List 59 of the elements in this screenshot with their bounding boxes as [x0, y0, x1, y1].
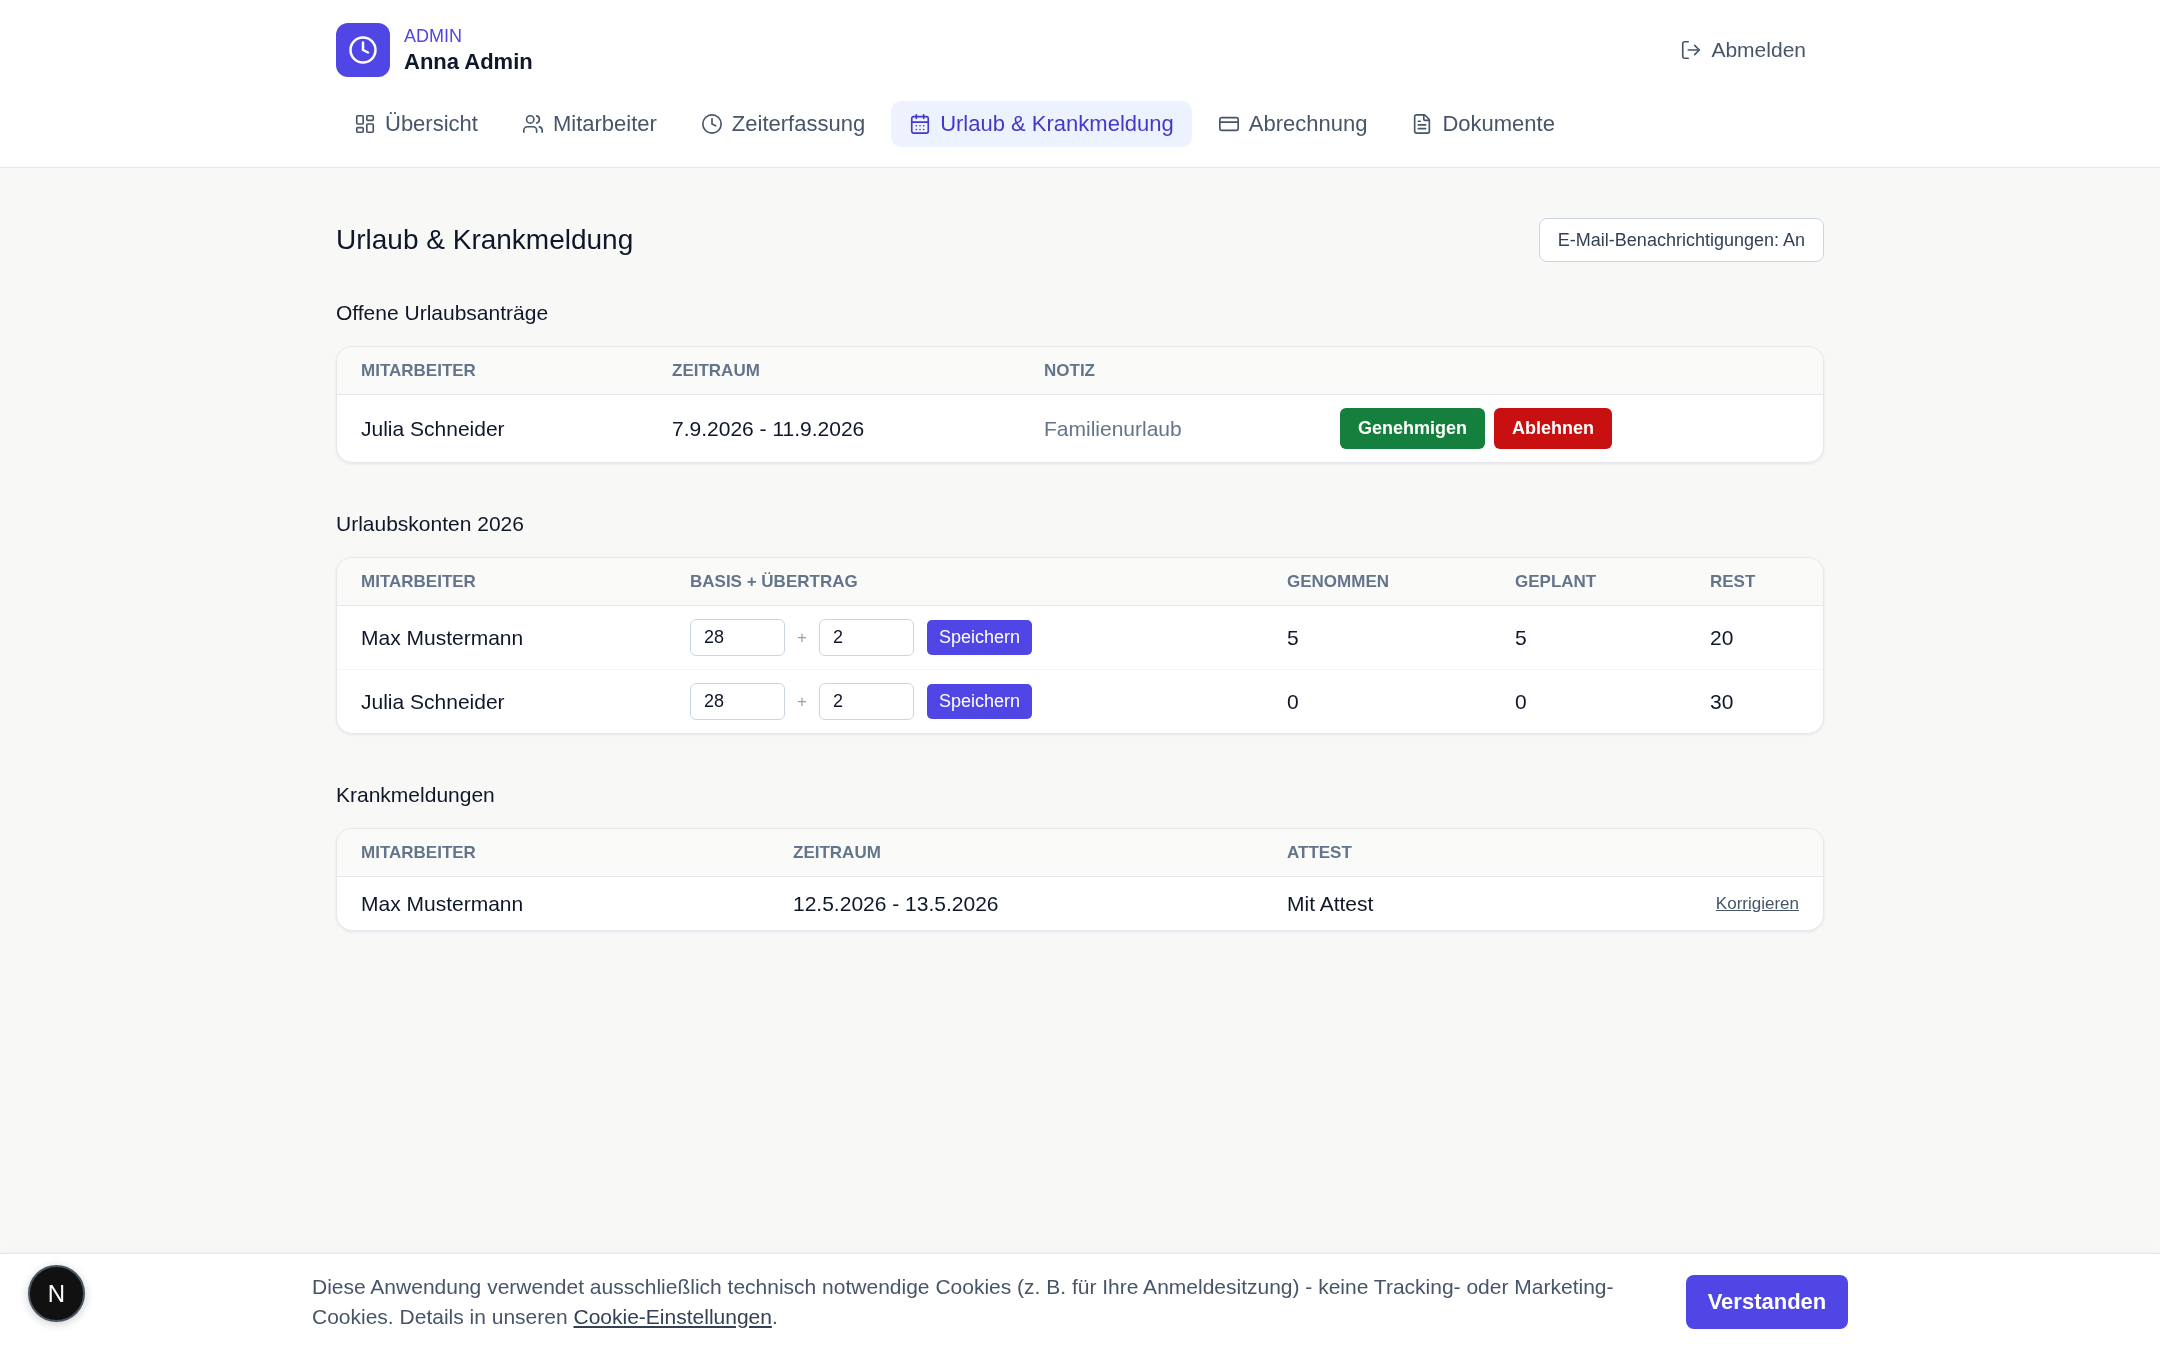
dashboard-icon [354, 113, 376, 135]
plus-sign: + [797, 627, 807, 648]
logout-button[interactable]: Abmelden [1662, 32, 1824, 68]
employee-name: Julia Schneider [361, 689, 505, 714]
save-button[interactable]: Speichern [926, 684, 1032, 719]
reject-button[interactable]: Ablehnen [1494, 408, 1613, 449]
days-taken: 0 [1287, 689, 1299, 714]
approve-button[interactable]: Genehmigen [1340, 408, 1486, 449]
date-range: 7.9.2026 - 11.9.2026 [672, 416, 865, 441]
date-range: 12.5.2026 - 13.5.2026 [793, 891, 999, 916]
nav-tab[interactable]: Dokumente [1393, 101, 1573, 147]
base-days-input[interactable]: 28 [690, 619, 785, 656]
section-title: Offene Urlaubsanträge [336, 300, 550, 326]
column-header: ZEITRAUM [793, 842, 881, 863]
employee-name: Julia Schneider [361, 416, 505, 441]
section-title: Krankmeldungen [336, 782, 496, 808]
plus-sign: + [797, 691, 807, 712]
cookie-settings-link[interactable]: Cookie-Einstellungen [573, 1305, 772, 1328]
logo-icon [336, 23, 390, 77]
employee-name: Max Mustermann [361, 625, 524, 650]
cookie-notice: Diese Anwendung verwendet ausschließlich technisch notwendige Cookies (z. B. für Ihre Anmeldesitzung) - keine Tracking- oder Marketing-Cookies. Details in unseren Cookie-Einstellungen. [312, 1274, 1615, 1330]
clock-icon [700, 113, 723, 135]
calendar-icon [909, 113, 932, 135]
users-icon [521, 113, 544, 135]
employee-name: Max Mustermann [361, 891, 524, 916]
nav-tab[interactable]: Abrechnung [1199, 101, 1386, 147]
days-planned: 0 [1515, 689, 1527, 714]
column-header: GENOMMEN [1287, 571, 1389, 592]
carryover-input[interactable]: 2 [818, 619, 914, 656]
column-header: MITARBEITER [361, 360, 476, 381]
days-remaining: 30 [1710, 689, 1734, 714]
nav-tab[interactable]: Zeiterfassung [682, 101, 884, 147]
certificate-status: Mit Attest [1287, 891, 1374, 916]
days-taken: 5 [1287, 625, 1299, 650]
save-button[interactable]: Speichern [926, 620, 1032, 655]
column-header: REST [1710, 571, 1756, 592]
accept-cookies-button[interactable]: Verstanden [1685, 1275, 1848, 1329]
page-title: Urlaub & Krankmeldung [336, 224, 634, 256]
request-note: Familienurlaub [1044, 416, 1182, 441]
nav-tab[interactable]: Übersicht [336, 101, 496, 147]
column-header: MITARBEITER [361, 842, 476, 863]
user-role: ADMIN [404, 25, 462, 47]
carryover-input[interactable]: 2 [818, 683, 914, 720]
nav-tab[interactable]: Urlaub & Krankmeldung [891, 101, 1192, 147]
days-planned: 5 [1515, 625, 1527, 650]
user-name: Anna Admin [404, 49, 533, 75]
column-header: ATTEST [1287, 842, 1352, 863]
section-title: Urlaubskonten 2026 [336, 511, 525, 537]
email-notifications-button[interactable]: E-Mail-Benachrichtigungen: An [1538, 218, 1824, 262]
column-header: BASIS + ÜBERTRAG [690, 571, 858, 592]
column-header: MITARBEITER [361, 571, 476, 592]
column-header: ZEITRAUM [672, 360, 760, 381]
base-days-input[interactable]: 28 [690, 683, 785, 720]
column-header: NOTIZ [1044, 360, 1095, 381]
logout-icon [1680, 39, 1703, 61]
column-header: GEPLANT [1515, 571, 1597, 592]
correct-link[interactable]: Korrigieren [1715, 893, 1799, 914]
nav-tab[interactable]: Mitarbeiter [503, 101, 675, 147]
days-remaining: 20 [1710, 625, 1734, 650]
